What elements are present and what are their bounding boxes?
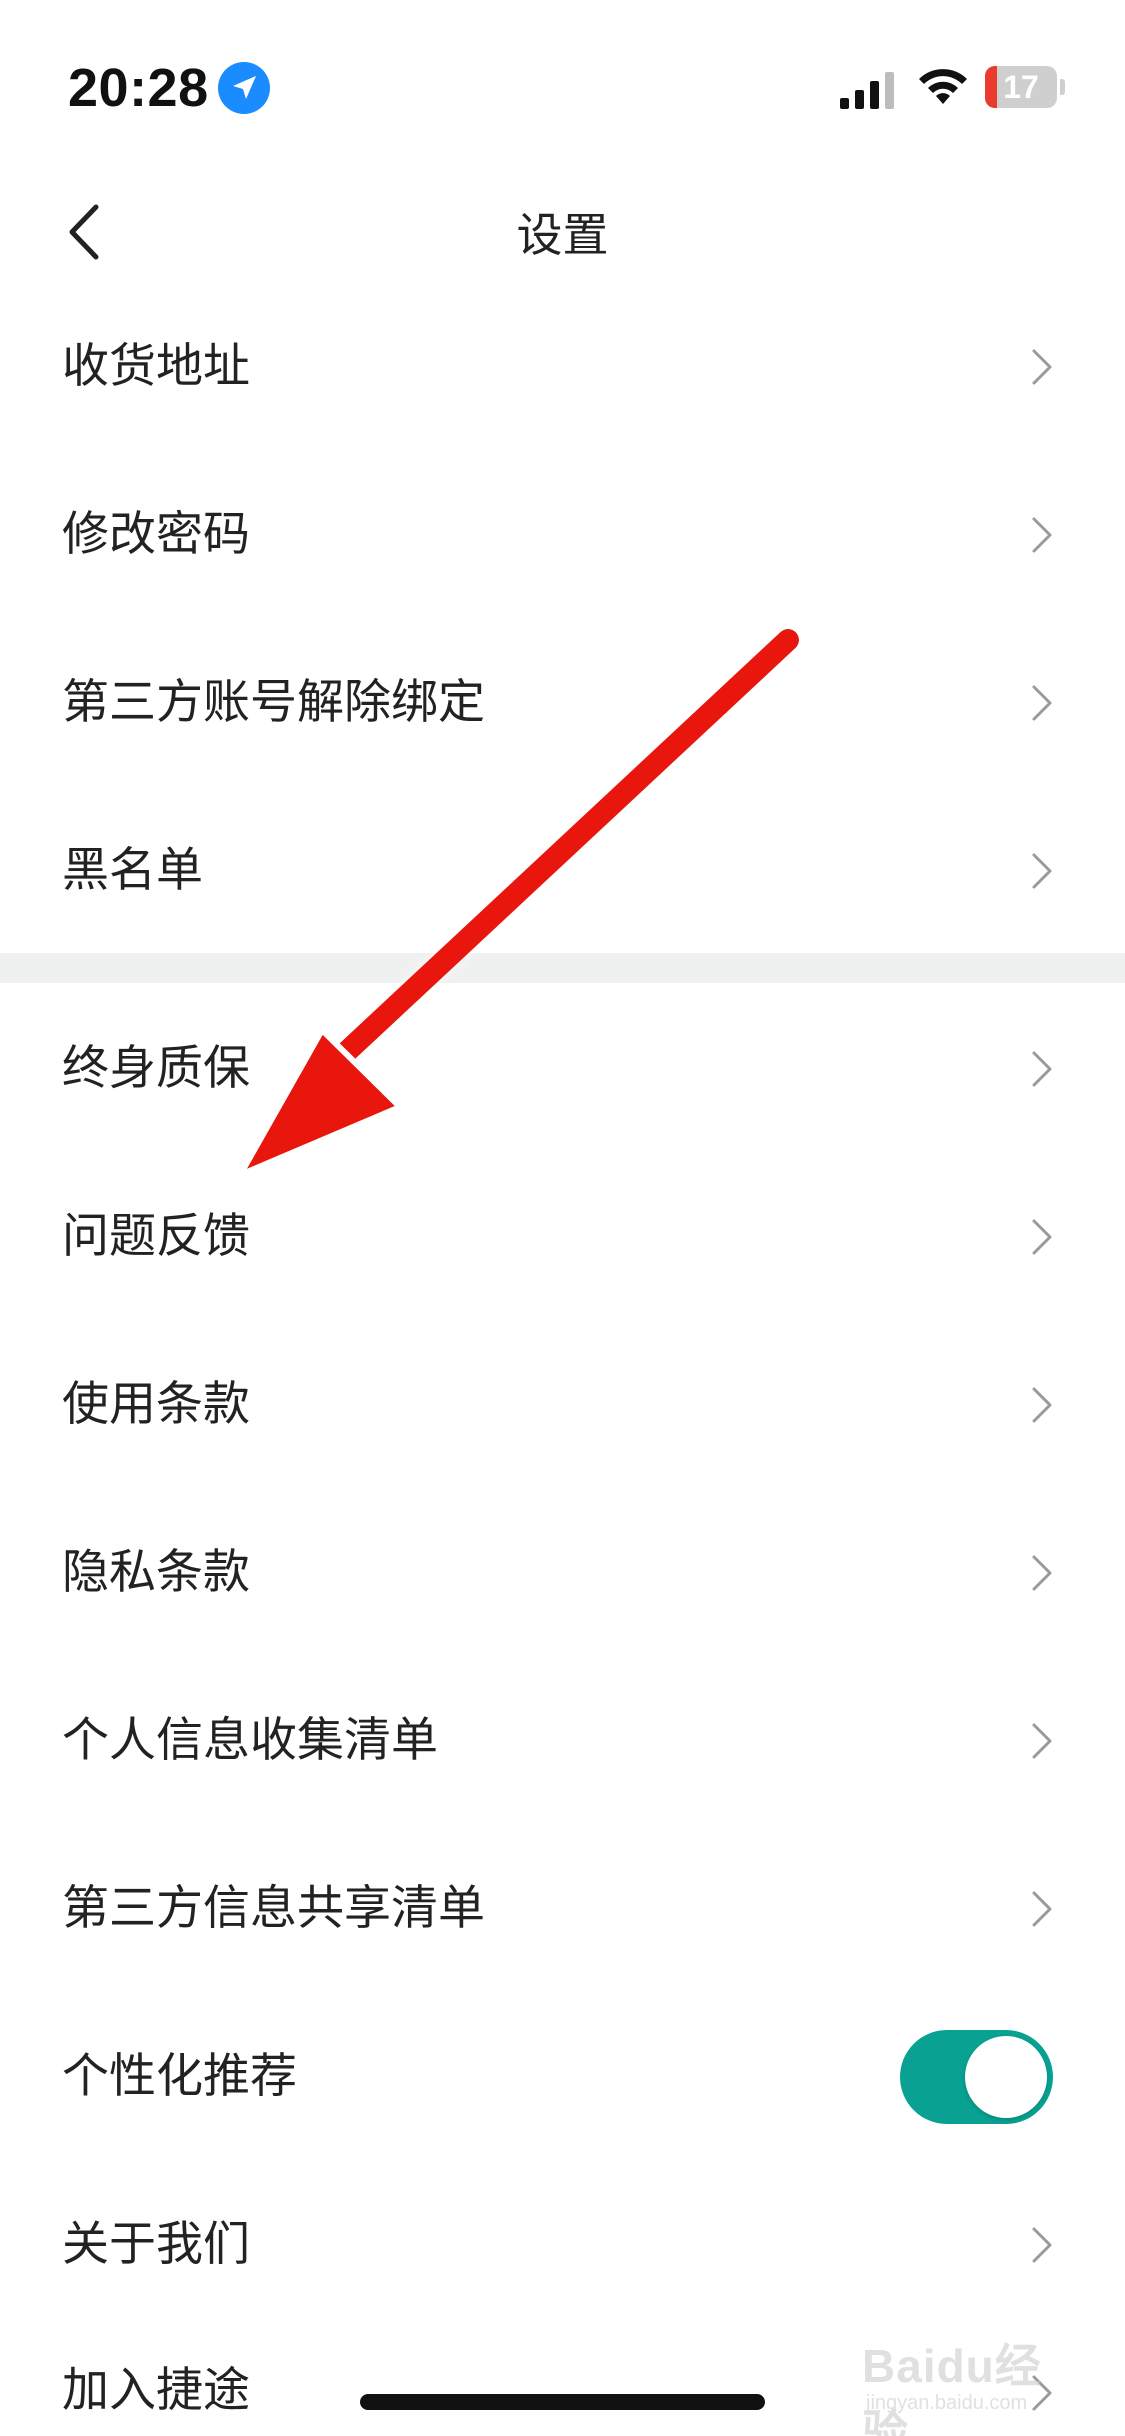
personalized-recommendation-toggle[interactable]: [900, 2030, 1053, 2124]
page-title: 设置: [516, 208, 609, 262]
chevron-right-icon: [1032, 349, 1052, 385]
settings-item-label: 使用条款: [62, 1377, 250, 1432]
settings-item-label: 修改密码: [62, 507, 250, 562]
settings-item-label: 加入捷途: [62, 2363, 250, 2418]
settings-item-label: 黑名单: [62, 843, 203, 898]
chevron-right-icon: [1032, 685, 1052, 721]
chevron-right-icon: [1032, 517, 1052, 553]
watermark-logo: Baidu经验: [862, 2340, 1042, 2436]
chevron-right-icon: [1032, 1387, 1052, 1423]
settings-item-terms-of-use[interactable]: 使用条款: [0, 1321, 1125, 1489]
status-bar: 20:28 17: [0, 0, 1125, 175]
watermark-url: jingyan.baidu.com: [866, 2392, 1028, 2414]
settings-item-privacy-terms[interactable]: 隐私条款: [0, 1489, 1125, 1657]
settings-item-personalized-recommendation: 个性化推荐: [0, 1993, 1125, 2161]
baidu-watermark: Baidu经验 jingyan.baidu.com: [862, 2330, 1062, 2436]
settings-item-change-password[interactable]: 修改密码: [0, 451, 1125, 619]
toggle-knob: [965, 2036, 1047, 2118]
annotation-arrow-icon: [237, 629, 799, 1178]
chevron-right-icon: [1032, 1891, 1052, 1927]
battery-indicator: 17: [985, 66, 1065, 108]
settings-item-label: 个人信息收集清单: [62, 1713, 438, 1768]
home-indicator[interactable]: [360, 2394, 765, 2410]
settings-item-label: 个性化推荐: [62, 2049, 297, 2104]
nav-bar: 设置: [0, 175, 1125, 295]
settings-item-about-us[interactable]: 关于我们: [0, 2161, 1125, 2329]
chevron-right-icon: [1032, 1219, 1052, 1255]
settings-item-third-party-sharing-list[interactable]: 第三方信息共享清单: [0, 1825, 1125, 1993]
settings-item-label: 第三方信息共享清单: [62, 1881, 485, 1936]
status-time: 20:28: [68, 58, 209, 118]
settings-item-label: 关于我们: [62, 2217, 250, 2272]
location-arrow-icon: [218, 62, 270, 114]
settings-item-personal-info-list[interactable]: 个人信息收集清单: [0, 1657, 1125, 1825]
chevron-right-icon: [1032, 853, 1052, 889]
settings-item-shipping-address[interactable]: 收货地址: [0, 283, 1125, 451]
cellular-signal-icon: [840, 72, 894, 109]
wifi-icon: [919, 69, 967, 104]
settings-item-label: 终身质保: [62, 1041, 250, 1096]
chevron-right-icon: [1032, 1555, 1052, 1591]
chevron-right-icon: [1032, 1723, 1052, 1759]
settings-item-label: 收货地址: [62, 339, 250, 394]
settings-item-label: 问题反馈: [62, 1209, 250, 1264]
chevron-right-icon: [1032, 2227, 1052, 2263]
settings-item-label: 隐私条款: [62, 1545, 250, 1600]
chevron-right-icon: [1032, 1051, 1052, 1087]
battery-level: 17: [1003, 69, 1039, 105]
